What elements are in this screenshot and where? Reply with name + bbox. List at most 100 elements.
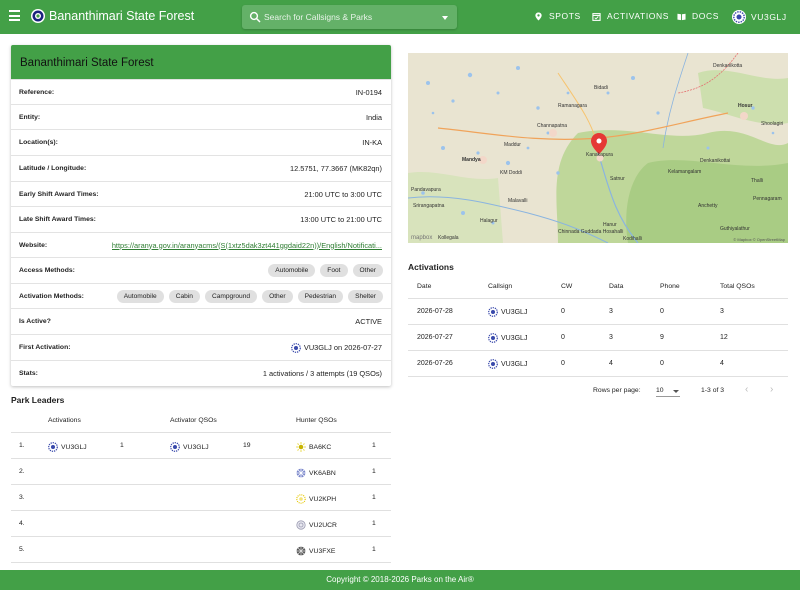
table-row: 3. VU2KPH 1 xyxy=(11,485,391,511)
activation-data: 3 xyxy=(609,334,613,341)
map-town-label: Malavalli xyxy=(508,198,528,204)
website-link[interactable]: https://aranya.gov.in/aranyacms/(S(1xtz5… xyxy=(112,241,382,250)
is-active-label: Is Active? xyxy=(19,318,51,325)
leader-hunter[interactable]: VK6ABN xyxy=(296,468,336,478)
leader-rank: 4. xyxy=(19,520,25,527)
activation-callsign-text: VU3GLJ xyxy=(501,360,528,368)
table-row: 4. VU2UCR 1 xyxy=(11,511,391,537)
activation-cw: 0 xyxy=(561,360,565,367)
col-cw[interactable]: CW xyxy=(561,283,572,290)
leader-hunter[interactable]: VU3FXE xyxy=(296,546,335,556)
callsign-badge-icon xyxy=(488,307,498,317)
location-pin-icon xyxy=(535,11,542,21)
table-row: 5. VU3FXE 1 xyxy=(11,537,391,563)
entity-value: India xyxy=(365,112,382,122)
reference-label: Reference: xyxy=(19,88,55,96)
nav-spots[interactable]: SPOTS xyxy=(534,11,581,21)
leader-hunter[interactable]: VU2UCR xyxy=(296,520,337,530)
leader-activations-count: 1 xyxy=(120,442,124,449)
calendar-check-icon xyxy=(592,12,601,21)
next-page-icon[interactable]: › xyxy=(770,384,773,395)
activation-callsign[interactable]: VU3GLJ xyxy=(488,307,527,317)
website-label: Website: xyxy=(19,241,48,249)
leader-rank: 5. xyxy=(19,546,25,553)
activation-callsign-text: VU3GLJ xyxy=(501,308,528,316)
dark-badge-icon xyxy=(296,546,306,556)
map-town-label: Shoolagiri xyxy=(761,121,784,127)
leader-rank: 2. xyxy=(19,468,25,475)
leader-hunter-callsign: BA6KC xyxy=(309,443,332,451)
chip-activation-cabin[interactable]: Cabin xyxy=(168,289,200,303)
logo-icon[interactable] xyxy=(31,9,45,23)
prev-page-icon[interactable]: ‹ xyxy=(745,384,748,395)
chip-activation-pedestrian[interactable]: Pedestrian xyxy=(297,289,344,303)
table-row[interactable]: 2026-07-27 VU3GLJ 0 3 9 12 xyxy=(408,325,788,351)
table-row[interactable]: 2026-07-26 VU3GLJ 0 4 0 4 xyxy=(408,351,788,377)
map-town-label: Halagur xyxy=(480,218,498,224)
menu-icon[interactable] xyxy=(9,10,21,24)
activation-callsign[interactable]: VU3GLJ xyxy=(488,333,527,343)
nav-activations[interactable]: ACTIVATIONS xyxy=(592,11,669,21)
map-terrain xyxy=(408,53,788,243)
book-icon xyxy=(677,13,686,20)
chevron-down-icon[interactable] xyxy=(673,390,679,393)
footer: Copyright © 2018-2026 Parks on the Air® xyxy=(0,570,800,590)
search-input[interactable]: Search for Callsigns & Parks xyxy=(242,5,457,29)
is-active-value: ACTIVE xyxy=(355,317,382,326)
chevron-down-icon[interactable] xyxy=(442,16,448,20)
nav-docs[interactable]: DOCS xyxy=(677,11,719,21)
activation-methods-label: Activation Methods: xyxy=(19,292,84,300)
nav-spots-label: SPOTS xyxy=(549,11,581,21)
col-data[interactable]: Data xyxy=(609,283,623,290)
map-attribution[interactable]: © Mapbox © OpenStreetMap xyxy=(733,237,785,242)
sun-badge-icon xyxy=(296,442,306,452)
chip-access-other[interactable]: Other xyxy=(352,264,383,277)
mapbox-logo[interactable]: mapbox xyxy=(411,235,432,241)
leader-hunter-count: 1 xyxy=(372,442,376,449)
table-row[interactable]: 2026-07-28 VU3GLJ 0 3 0 3 xyxy=(408,299,788,325)
leader-hunter-count: 1 xyxy=(372,520,376,527)
footer-copyright: Copyright © 2018-2026 Parks on the Air® xyxy=(326,575,474,584)
search-icon xyxy=(249,11,261,23)
map-town-label: Hanur xyxy=(603,222,617,228)
early-shift-label: Early Shift Award Times: xyxy=(19,190,99,198)
reference-value: IN-0194 xyxy=(355,87,382,97)
map-town-label: Channapatna xyxy=(537,123,568,129)
app-bar: Bananthimari State Forest Search for Cal… xyxy=(0,0,800,34)
leaders-col-activator-qsos: Activator QSOs xyxy=(170,417,217,424)
table-row: 1. VU3GLJ 1 VU3GLJ 19 BA6KC 1 xyxy=(11,433,391,459)
callsign-badge-icon xyxy=(488,333,498,343)
map-town-label: Kollegala xyxy=(438,235,459,241)
chip-activation-other[interactable]: Other xyxy=(262,289,293,303)
access-methods-chips: Automobile Foot Other xyxy=(268,264,383,277)
chip-activation-automobile[interactable]: Automobile xyxy=(116,289,164,303)
first-activation-callsign[interactable]: VU3GLJ xyxy=(304,343,332,352)
leaders-table-header: Activations Activator QSOs Hunter QSOs xyxy=(11,408,391,433)
col-phone[interactable]: Phone xyxy=(660,283,680,290)
activation-date: 2026-07-27 xyxy=(417,334,453,341)
row-access-methods: Access Methods: Automobile Foot Other xyxy=(11,257,391,283)
chip-activation-shelter[interactable]: Shelter xyxy=(348,289,383,303)
leader-activator-qsos[interactable]: VU3GLJ xyxy=(170,442,209,452)
leader-hunter[interactable]: BA6KC xyxy=(296,442,331,452)
activation-callsign[interactable]: VU3GLJ xyxy=(488,359,527,369)
leader-hunter[interactable]: VU2KPH xyxy=(296,494,336,504)
col-callsign[interactable]: Callsign xyxy=(488,283,512,290)
chip-access-foot[interactable]: Foot xyxy=(320,264,348,277)
leader-activator[interactable]: VU3GLJ xyxy=(48,442,87,452)
nav-user[interactable]: VU3GLJ xyxy=(732,10,787,24)
row-is-active: Is Active? ACTIVE xyxy=(11,308,391,334)
col-total-qsos[interactable]: Total QSOs xyxy=(720,283,755,290)
late-shift-value: 13:00 UTC to 21:00 UTC xyxy=(300,215,382,224)
chip-access-automobile[interactable]: Automobile xyxy=(268,264,316,277)
leader-hunter-count: 1 xyxy=(372,546,376,553)
chip-activation-campground[interactable]: Campground xyxy=(204,289,258,303)
search-placeholder: Search for Callsigns & Parks xyxy=(264,12,373,22)
park-map[interactable]: Bidadi Ramanagara Channapatna Kanakapura… xyxy=(408,53,788,243)
callsign-badge-icon xyxy=(48,442,58,452)
callsign-badge-icon xyxy=(488,359,498,369)
map-town-label: Guthiyalathur xyxy=(720,226,750,232)
park-leaders-title: Park Leaders xyxy=(11,395,65,405)
park-title: Bananthimari State Forest xyxy=(11,45,391,79)
col-date[interactable]: Date xyxy=(417,283,431,290)
